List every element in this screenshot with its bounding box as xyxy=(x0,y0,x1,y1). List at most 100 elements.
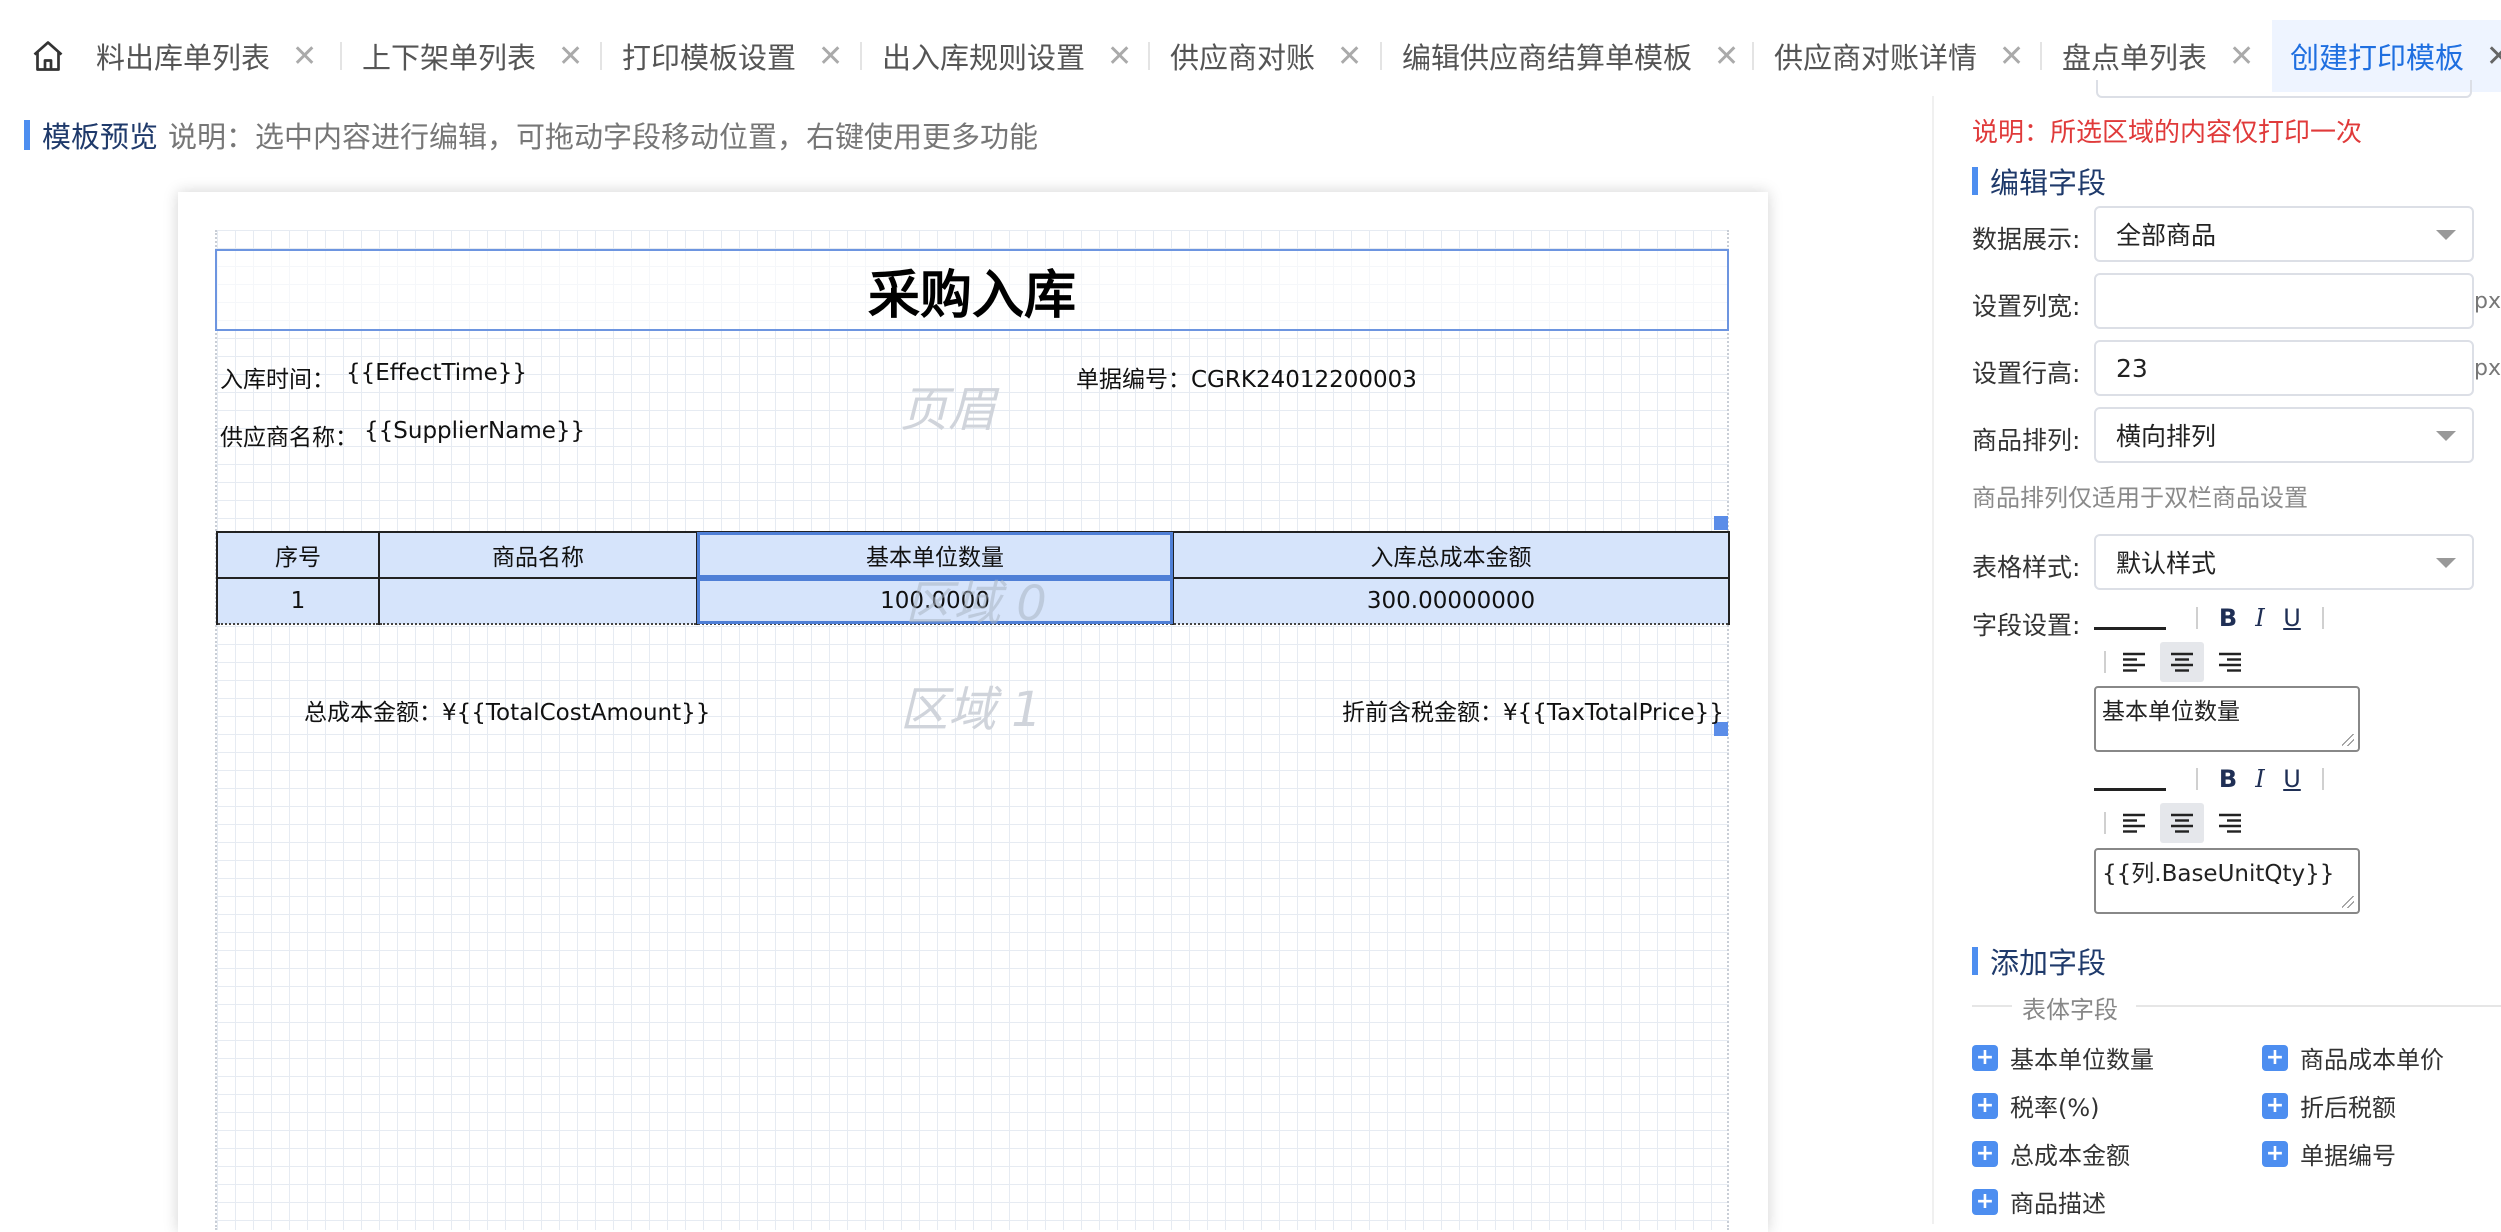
align-center-button[interactable] xyxy=(2160,803,2204,843)
add-field-discounted-tax[interactable]: + 折后税额 xyxy=(2262,1088,2396,1123)
tab-label: 编辑供应商结算单模板 xyxy=(1402,41,1693,75)
align-center-button[interactable] xyxy=(2160,642,2204,682)
header-text-editor[interactable]: 基本单位数量 xyxy=(2094,686,2360,752)
toolbar-divider xyxy=(2322,607,2324,629)
add-field-product-description[interactable]: + 商品描述 xyxy=(1972,1184,2106,1219)
table-style-select[interactable]: 默认样式 xyxy=(2094,534,2474,590)
align-center-icon xyxy=(2171,813,2193,833)
add-field-label: 单据编号 xyxy=(2300,1142,2396,1170)
region-resize-handle[interactable] xyxy=(1714,516,1728,530)
column-width-input[interactable] xyxy=(2094,273,2474,329)
region-1-watermark: 区域 1 xyxy=(900,682,1042,738)
chevron-down-icon xyxy=(2436,431,2456,441)
text-color-picker[interactable] xyxy=(2094,767,2166,791)
chevron-down-icon xyxy=(2436,230,2456,240)
align-right-button[interactable] xyxy=(2208,642,2252,682)
chevron-down-icon xyxy=(2436,558,2456,568)
row-height-input[interactable]: 23 xyxy=(2094,340,2474,396)
tab-label: 盘点单列表 xyxy=(2062,41,2208,75)
supplier-name-value[interactable]: {{SupplierName}} xyxy=(364,418,585,444)
plus-icon: + xyxy=(1972,1044,1998,1071)
table-header-cell[interactable]: 序号 xyxy=(216,531,380,579)
add-field-document-number[interactable]: + 单据编号 xyxy=(2262,1136,2396,1171)
add-field-unit-cost[interactable]: + 商品成本单价 xyxy=(2262,1040,2444,1075)
italic-button[interactable]: I xyxy=(2244,765,2276,793)
data-display-select[interactable]: 全部商品 xyxy=(2094,206,2474,262)
table-header-cell[interactable]: 商品名称 xyxy=(378,531,698,579)
panel-note: 说明：所选区域的内容仅打印一次 xyxy=(1972,118,2363,148)
close-icon[interactable]: ✕ xyxy=(818,39,843,74)
header-region-watermark: 页眉 xyxy=(900,382,997,438)
align-left-button[interactable] xyxy=(2112,642,2156,682)
table-cell[interactable] xyxy=(378,577,698,625)
document-number-field[interactable]: 单据编号：CGRK24012200003 xyxy=(1076,360,1417,394)
add-field-label: 税率(%) xyxy=(2010,1094,2100,1122)
tax-total-field[interactable]: 折前含税金额：¥{{TaxTotalPrice}} xyxy=(1342,693,1724,727)
tab-label: 料出库单列表 xyxy=(96,41,271,75)
tab-label: 供应商对账详情 xyxy=(1774,41,1978,75)
header-format-toolbar: B I U xyxy=(2094,604,2338,632)
preview-description: 说明：选中内容进行编辑，可拖动字段移动位置，右键使用更多功能 xyxy=(168,120,1039,154)
inbound-time-label[interactable]: 入库时间： xyxy=(220,360,335,394)
close-icon[interactable]: ✕ xyxy=(1337,39,1362,74)
close-icon[interactable]: ✕ xyxy=(2486,39,2501,74)
add-field-total-cost[interactable]: + 总成本金额 xyxy=(1972,1136,2130,1171)
region-0-watermark: 区域 0 xyxy=(905,576,1047,632)
tab-supplier-reconciliation-detail[interactable]: 供应商对账详情 ✕ xyxy=(1774,20,2024,92)
preview-title: 模板预览 xyxy=(42,120,159,154)
tab-supplier-reconciliation[interactable]: 供应商对账 ✕ xyxy=(1170,20,1362,92)
bold-button[interactable]: B xyxy=(2212,765,2244,793)
inbound-time-value[interactable]: {{EffectTime}} xyxy=(346,360,527,386)
close-icon[interactable]: ✕ xyxy=(1999,39,2024,74)
tab-edit-supplier-settlement-template[interactable]: 编辑供应商结算单模板 ✕ xyxy=(1402,20,1739,92)
align-left-button[interactable] xyxy=(2112,803,2156,843)
tab-print-template-settings[interactable]: 打印模板设置 ✕ xyxy=(622,20,843,92)
close-icon[interactable]: ✕ xyxy=(292,39,317,74)
close-icon[interactable]: ✕ xyxy=(2229,39,2254,74)
tab-material-outbound-list[interactable]: 料出库单列表 ✕ xyxy=(96,20,317,92)
tab-divider xyxy=(1380,42,1382,70)
bold-button[interactable]: B xyxy=(2212,604,2244,632)
resize-grip-icon[interactable] xyxy=(2342,896,2354,908)
table-cell[interactable]: 300.00000000 xyxy=(1172,577,1730,625)
data-display-value: 全部商品 xyxy=(2116,221,2217,250)
table-cell[interactable]: 1 xyxy=(216,577,380,625)
align-right-button[interactable] xyxy=(2208,803,2252,843)
add-field-base-unit-qty[interactable]: + 基本单位数量 xyxy=(1972,1040,2154,1075)
add-field-title: 添加字段 xyxy=(1990,946,2107,980)
panel-top-input[interactable] xyxy=(2096,80,2472,98)
close-icon[interactable]: ✕ xyxy=(558,39,583,74)
body-fields-label: 表体字段 xyxy=(2022,996,2118,1024)
column-width-unit: px xyxy=(2474,289,2501,314)
total-cost-field[interactable]: 总成本金额：¥{{TotalCostAmount}} xyxy=(304,693,710,727)
tab-divider xyxy=(860,42,862,70)
tab-label: 出入库规则设置 xyxy=(882,41,1086,75)
underline-button[interactable]: U xyxy=(2276,765,2308,793)
product-arrange-select[interactable]: 横向排列 xyxy=(2094,407,2474,463)
text-color-picker[interactable] xyxy=(2094,606,2166,630)
column-width-label: 设置列宽: xyxy=(1972,292,2081,321)
field-settings-label: 字段设置: xyxy=(1972,611,2081,640)
edit-field-title: 编辑字段 xyxy=(1990,166,2107,200)
cell-text-editor[interactable]: {{列.BaseUnitQty}} xyxy=(2094,848,2360,914)
document-title-field[interactable]: 采购入库 xyxy=(215,249,1729,331)
underline-button[interactable]: U xyxy=(2276,604,2308,632)
italic-button[interactable]: I xyxy=(2244,604,2276,632)
table-header-cell[interactable]: 入库总成本金额 xyxy=(1172,531,1730,579)
product-arrange-label: 商品排列: xyxy=(1972,426,2081,455)
resize-grip-icon[interactable] xyxy=(2342,734,2354,746)
tab-inout-rules[interactable]: 出入库规则设置 ✕ xyxy=(882,20,1132,92)
tab-shelving-list[interactable]: 上下架单列表 ✕ xyxy=(362,20,583,92)
plus-icon: + xyxy=(1972,1140,1998,1167)
add-field-tax-rate[interactable]: + 税率(%) xyxy=(1972,1088,2100,1123)
plus-icon: + xyxy=(1972,1188,1998,1215)
tab-divider xyxy=(340,42,342,70)
close-icon[interactable]: ✕ xyxy=(1714,39,1739,74)
align-left-icon xyxy=(2123,813,2145,833)
edit-field-section-header: 编辑字段 xyxy=(1972,160,2106,202)
supplier-name-label[interactable]: 供应商名称： xyxy=(220,418,358,452)
arrange-hint: 商品排列仅适用于双栏商品设置 xyxy=(1972,484,2308,512)
section-marker xyxy=(1972,167,1978,195)
close-icon[interactable]: ✕ xyxy=(1107,39,1132,74)
home-tab[interactable] xyxy=(0,20,96,92)
